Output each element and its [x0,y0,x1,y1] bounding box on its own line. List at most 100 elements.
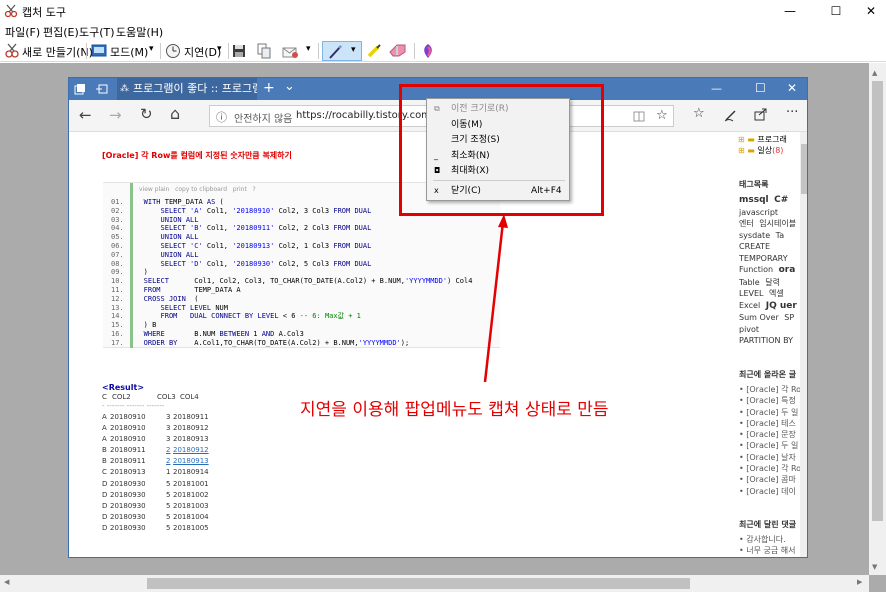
browser-minimize-button[interactable]: — [711,82,722,95]
mode-dropdown[interactable]: ▾ [149,44,154,54]
tag-link[interactable]: ora [779,265,796,275]
minimize-button[interactable]: — [775,0,805,22]
recent-post-title[interactable]: [Oracle] 두 일 [746,408,798,417]
menu-file[interactable]: 파일(F) [5,24,40,40]
tag-link[interactable]: 달력 [765,278,780,287]
post-title[interactable]: [Oracle] 각 Row를 컬럼에 지정된 숫자만큼 복제하기 [102,150,292,161]
recent-post-link[interactable]: • [Oracle] 각 Ro [739,384,800,395]
menu-edit[interactable]: 편집(E) [43,24,79,40]
tag-link[interactable]: TEMPORARY [739,254,788,263]
tab-list-button[interactable]: ⌄ [284,79,295,94]
maximize-button[interactable]: ☐ [821,0,851,22]
highlighter-icon[interactable] [366,43,382,59]
mode-icon[interactable] [91,44,107,58]
recent-post-link[interactable]: • [Oracle] 두 일 [739,440,800,451]
tag-link[interactable]: javascript [739,208,778,217]
recent-comment-text[interactable]: 너무 궁금 해서 [746,546,795,555]
code-toolbar[interactable]: view plain copy to clipboard print ? [139,186,256,193]
tag-link[interactable]: PARTITION BY [739,336,793,345]
share-icon[interactable] [754,107,768,121]
favorite-star-icon[interactable]: ☆ [656,108,668,123]
tag-link[interactable]: Sum Over [739,313,779,322]
category-item[interactable]: ⊞ ▬ 일상(8) [738,145,787,156]
recent-post-title[interactable]: [Oracle] 각 Ro [746,385,800,394]
new-button[interactable]: 새로 만들기(N) [22,44,93,60]
send-icon[interactable] [282,43,300,59]
recent-post-link[interactable]: • [Oracle] 두 일 [739,407,800,418]
save-icon[interactable] [232,44,246,58]
tag-link[interactable]: Table [739,278,760,287]
set-aside-tabs-icon[interactable] [96,84,108,94]
mode-button[interactable]: 모드(M) [110,44,148,60]
tag-link[interactable]: SP [784,313,794,322]
recent-comment-link[interactable]: • 너무 궁금 해서 [739,545,796,556]
refresh-button[interactable]: ↻ [140,105,153,123]
menu-tools[interactable]: 도구(T) [79,24,115,40]
category-item[interactable]: ⊞ ▬ 프로그래 [738,134,787,145]
favorites-list-icon[interactable]: ☆ [693,106,705,121]
tag-link[interactable]: 엔터 [739,219,754,228]
active-tab[interactable]: ⁂ 프로그램이 좋다 :: 프로그램 [117,78,257,100]
tag-link[interactable]: 임시테이블 [759,219,796,228]
tag-link[interactable]: sysdate [739,231,770,240]
menu-help[interactable]: 도움말(H) [116,24,163,40]
category-label[interactable]: 프로그래 [757,135,786,144]
canvas-vertical-scrollbar[interactable]: ▲ ▼ [869,63,886,575]
tag-link[interactable]: pivot [739,325,759,334]
tag-link[interactable]: LEVEL [739,289,764,298]
recent-post-link[interactable]: • [Oracle] 데이 [739,486,800,497]
security-info-icon[interactable]: ⓘ [216,109,227,125]
recent-post-link[interactable]: • [Oracle] 테스 [739,418,800,429]
tag-link[interactable]: Excel [739,301,760,310]
eraser-icon[interactable] [389,44,407,58]
recent-post-title[interactable]: [Oracle] 문장 [746,430,796,439]
delay-dropdown[interactable]: ▾ [217,44,222,54]
canvas-horizontal-scrollbar[interactable]: ◀ ▶ [0,575,869,592]
delay-button[interactable]: 지연(D) [184,44,221,60]
tag-link[interactable]: C# [774,195,788,205]
new-tab-button[interactable]: + [263,80,275,96]
recent-comment-link[interactable]: • 감사합니다. [739,534,796,545]
recent-post-link[interactable]: • [Oracle] 날자 [739,452,800,463]
recent-post-link[interactable]: • [Oracle] 콤마 [739,474,800,485]
tag-link[interactable]: JQ uer [766,301,797,311]
recent-post-link[interactable]: • [Oracle] 각 Ro [739,463,800,474]
tag-link[interactable]: 엑셀 [769,289,784,298]
new-capture-icon[interactable] [4,43,20,59]
more-icon[interactable]: ··· [786,105,798,120]
pen-dropdown[interactable]: ▾ [351,45,356,55]
recent-post-link[interactable]: • [Oracle] 특정 [739,395,800,406]
send-dropdown[interactable]: ▾ [306,44,311,54]
close-button[interactable]: ✕ [856,0,886,22]
canvas-vscroll-thumb[interactable] [872,81,883,521]
canvas-hscroll-thumb[interactable] [147,578,690,589]
tab-group-icon[interactable] [74,83,86,95]
recent-comment-text[interactable]: 감사합니다. [746,535,785,544]
recent-post-title[interactable]: [Oracle] 콤마 [746,475,796,484]
pen-tool-button[interactable]: ▾ [322,41,362,61]
tag-link[interactable]: Ta [776,231,784,240]
recent-post-title[interactable]: [Oracle] 두 일 [746,441,798,450]
pen-notes-icon[interactable] [724,108,738,122]
recent-post-title[interactable]: [Oracle] 특정 [746,396,796,405]
recent-post-link[interactable]: • [Oracle] 문장 [739,429,800,440]
recent-post-title[interactable]: [Oracle] 각 Ro [746,464,800,473]
reading-view-icon[interactable] [633,111,645,122]
home-button[interactable]: ⌂ [170,104,180,123]
paint3d-icon[interactable] [421,43,435,59]
forward-button[interactable]: → [109,106,122,124]
recent-post-title[interactable]: [Oracle] 날자 [746,453,796,462]
recent-post-title[interactable]: [Oracle] 테스 [746,419,796,428]
browser-vertical-scrollbar[interactable] [800,132,807,557]
browser-maximize-button[interactable]: ☐ [755,81,766,95]
delay-clock-icon[interactable] [165,43,181,59]
copy-icon[interactable] [257,43,271,59]
recent-post-title[interactable]: [Oracle] 데이 [746,487,796,496]
tag-link[interactable]: Function [739,265,773,274]
category-label[interactable]: 일상 [757,146,772,155]
browser-vscroll-thumb[interactable] [801,144,807,194]
back-button[interactable]: ← [79,106,92,124]
tag-link[interactable]: mssql [739,195,769,205]
browser-close-button[interactable]: ✕ [787,81,797,95]
tag-link[interactable]: CREATE [739,242,770,251]
